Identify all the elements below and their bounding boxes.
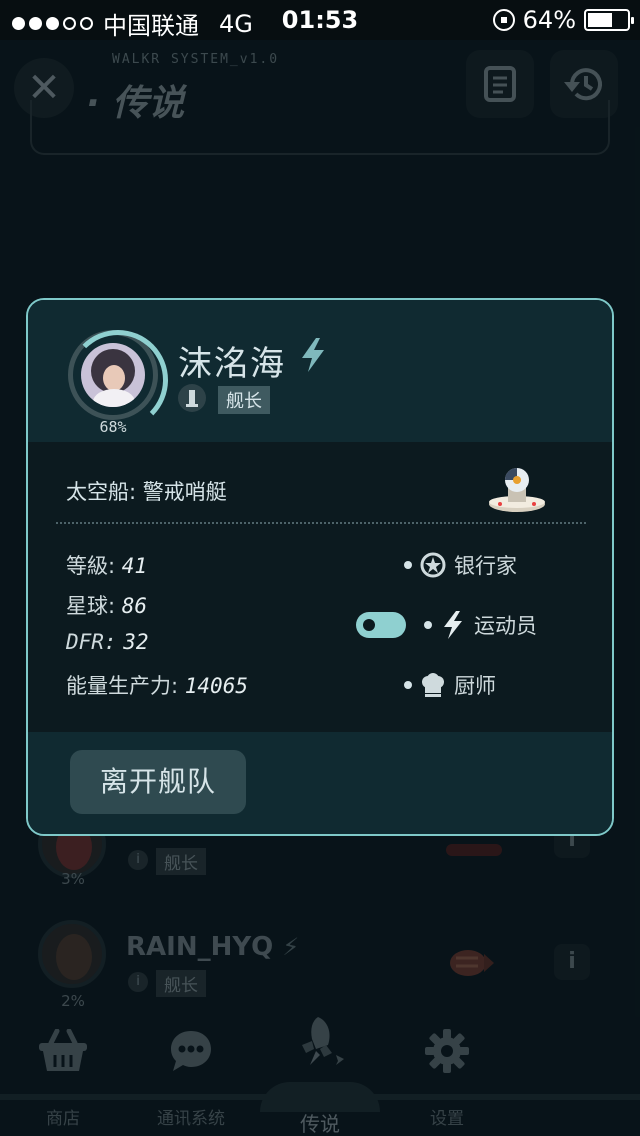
progress-percent: 68% <box>99 418 127 436</box>
bolt-icon <box>440 611 466 639</box>
stat-value: 41 <box>121 554 148 578</box>
skill-label: 运动员 <box>474 614 537 638</box>
stat-level: 等級: 41 <box>66 550 147 580</box>
status-bar: 中国联通 4G 01:53 64% <box>0 0 640 40</box>
skill-label: 银行家 <box>454 554 517 578</box>
stat-value: 14065 <box>184 674 248 698</box>
stat-energy: 能量生产力: 14065 <box>66 670 248 700</box>
stat-label: 星球: <box>66 594 116 618</box>
bolt-icon <box>302 338 324 372</box>
chef-hat-icon <box>420 672 446 698</box>
avatar-progress-ring <box>68 330 168 430</box>
member-profile-card: 68% 沫洺海 舰长 太空船: 警戒哨艇 等級: 41 星球: 86 DFR: … <box>26 298 614 836</box>
stat-planets: 星球: 86 <box>66 590 147 620</box>
spaceship-info: 太空船: 警戒哨艇 <box>66 476 227 506</box>
skill-label: 厨师 <box>454 674 496 698</box>
avatar <box>81 343 145 407</box>
star-badge-icon <box>420 552 446 578</box>
skill-athlete[interactable]: 运动员 <box>424 610 537 640</box>
skill-toggle[interactable] <box>356 612 406 638</box>
ufo-ship-icon <box>489 468 545 512</box>
role-badge: 舰长 <box>218 386 270 414</box>
battery-percent: 64% <box>522 6 576 34</box>
stat-dfr: DFR: 32 <box>66 630 149 654</box>
rotation-lock-icon <box>492 9 515 31</box>
skill-chef[interactable]: 厨师 <box>404 670 496 700</box>
member-name: 沫洺海 <box>178 344 286 384</box>
stat-value: 32 <box>123 630 149 654</box>
spaceship-name: 警戒哨艇 <box>142 480 227 504</box>
rank-icon <box>178 384 206 412</box>
skill-bullet <box>404 561 412 569</box>
skill-bullet <box>404 681 412 689</box>
spaceship-label: 太空船: <box>66 480 137 504</box>
leave-fleet-button[interactable]: 离开舰队 <box>70 750 246 814</box>
stat-label: DFR: <box>66 630 117 654</box>
skill-banker[interactable]: 银行家 <box>404 550 517 580</box>
stat-value: 86 <box>121 594 148 618</box>
divider <box>56 522 586 524</box>
stat-label: 等級: <box>66 554 116 578</box>
battery-icon <box>584 9 634 31</box>
stat-label: 能量生产力: <box>66 674 179 698</box>
skill-bullet <box>424 621 432 629</box>
